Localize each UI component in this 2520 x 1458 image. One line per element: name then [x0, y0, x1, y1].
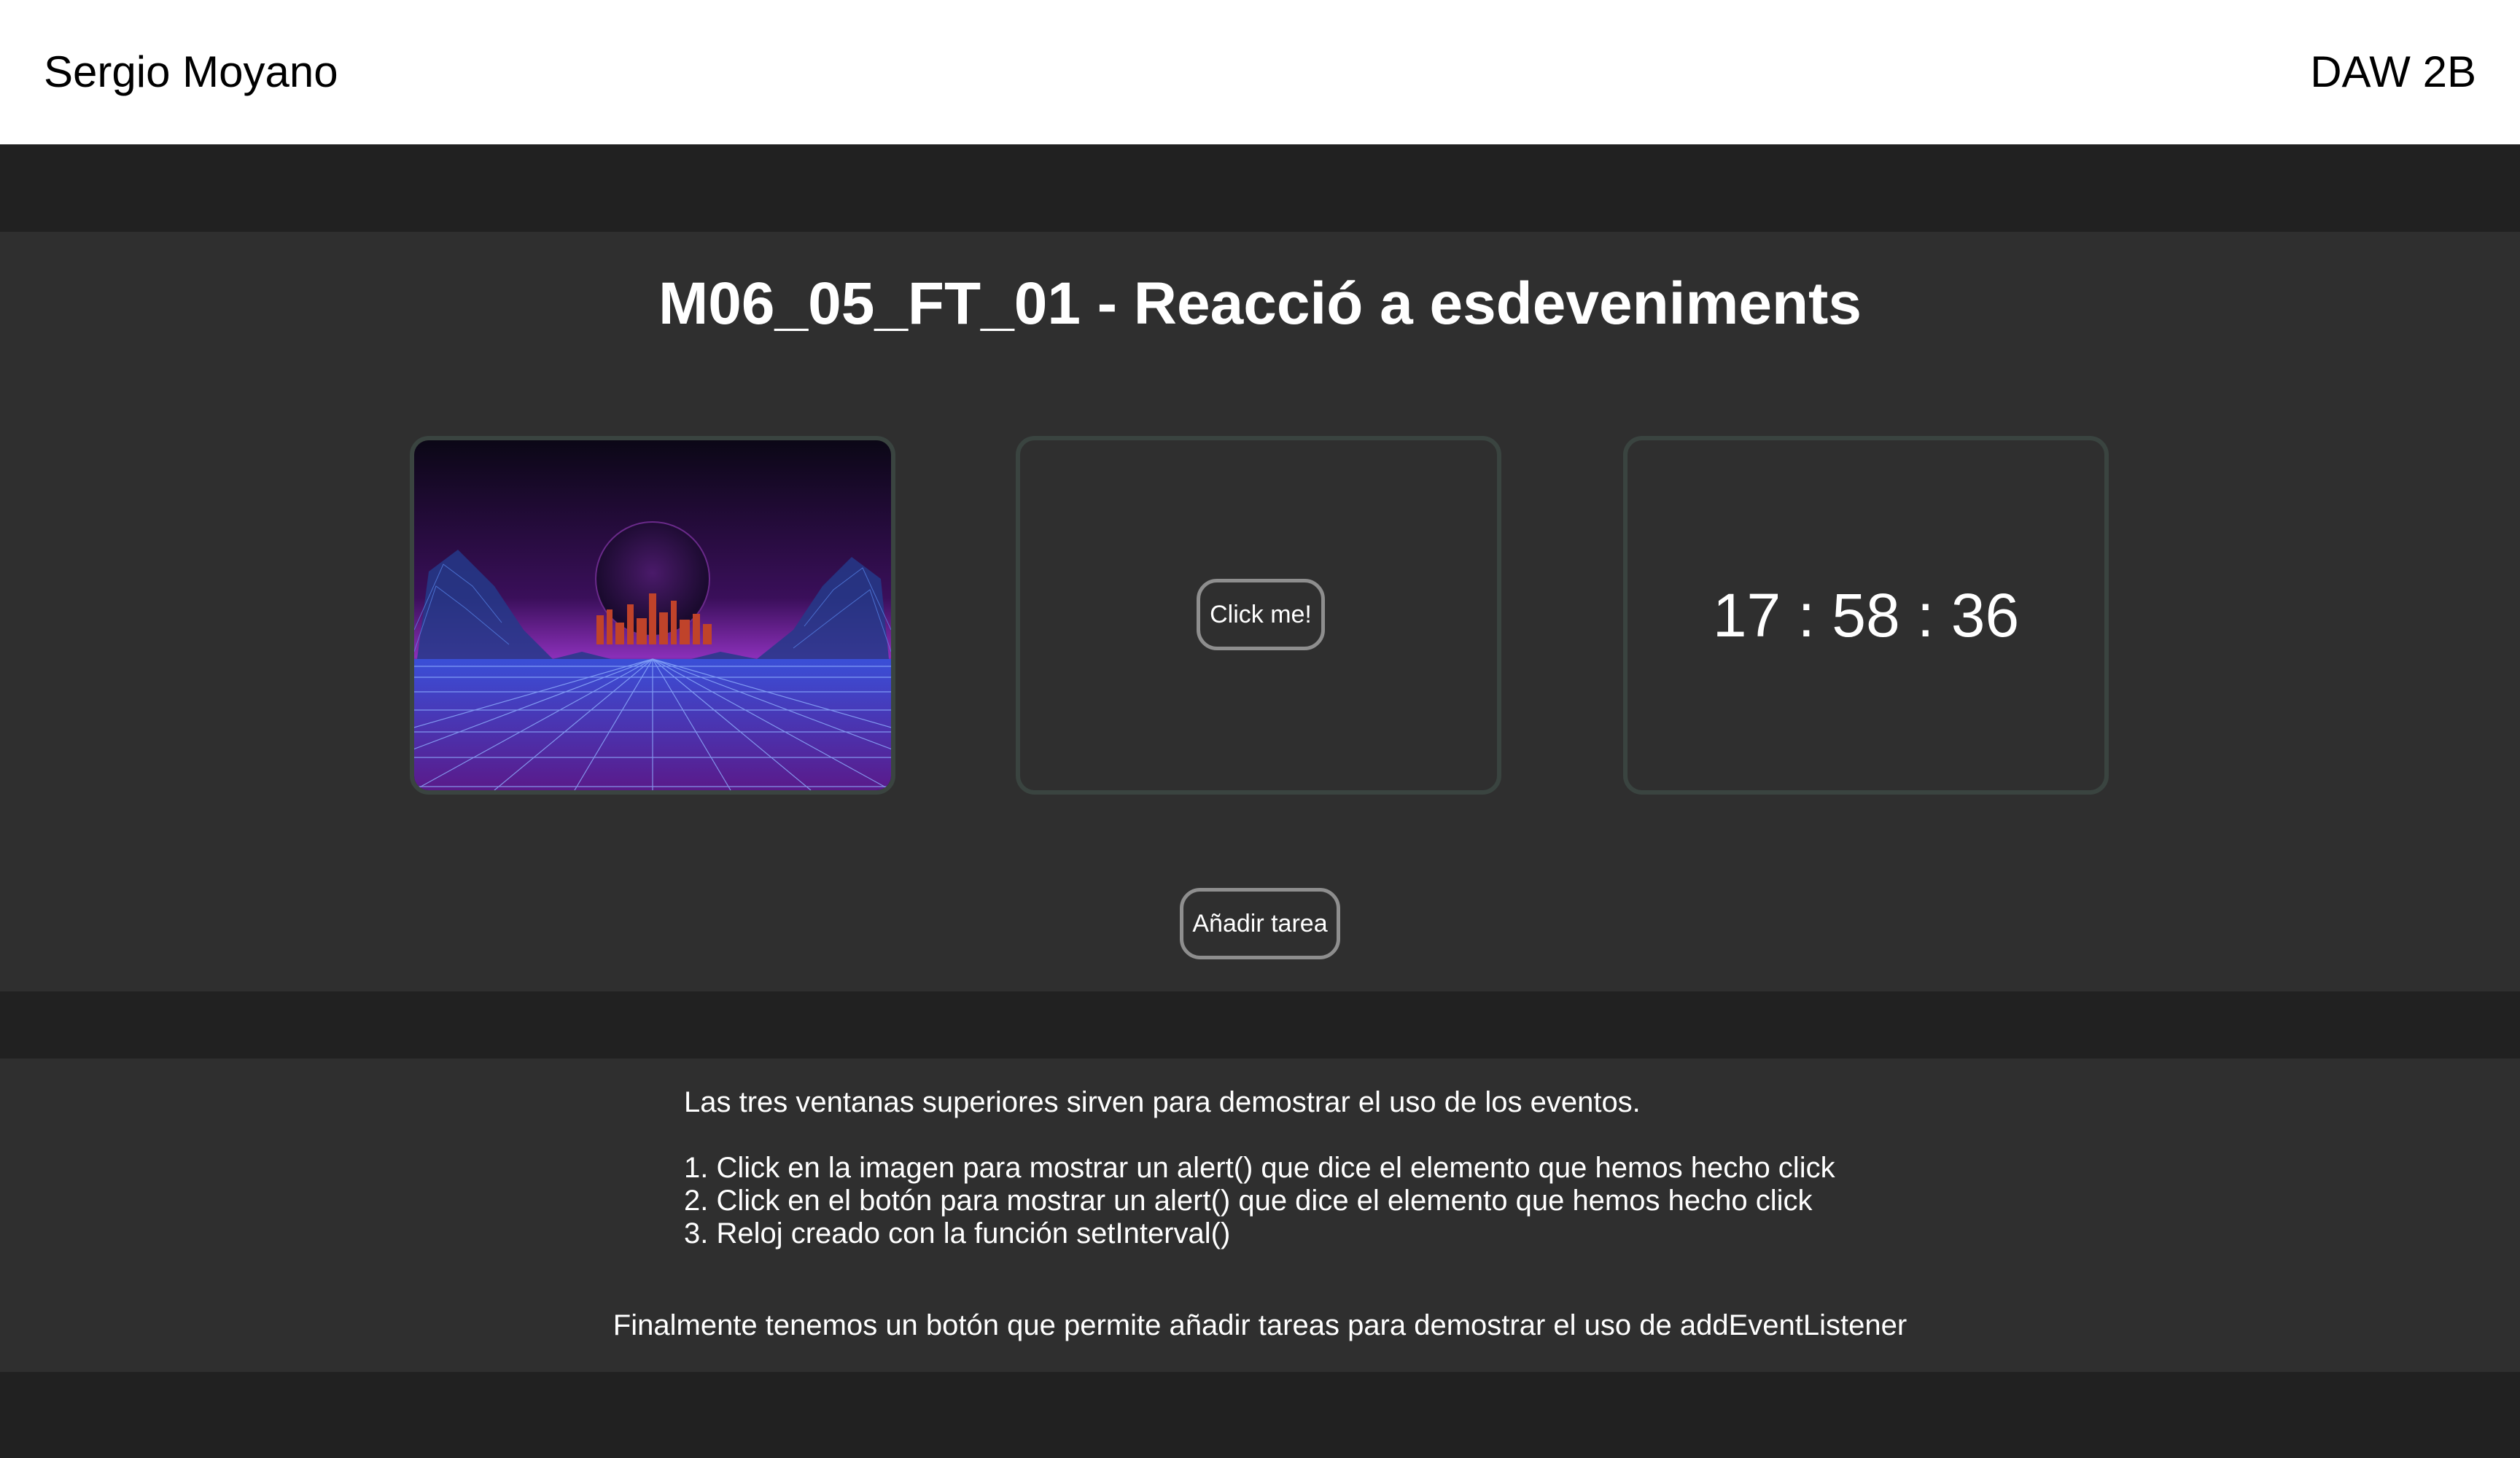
add-task-button[interactable]: Añadir tarea [1180, 888, 1340, 959]
page-header: Sergio Moyano DAW 2B [0, 0, 2520, 144]
class-group: DAW 2B [2310, 47, 2476, 96]
list-item: 3. Reloj creado con la función setInterv… [684, 1217, 1231, 1250]
info-final: Finalmente tenemos un botón que permite … [612, 1309, 1908, 1341]
page-title: M06_05_FT_01 - Reacció a esdeveniments [658, 270, 1862, 337]
button-box: Click me! [1016, 436, 1501, 795]
author-name: Sergio Moyano [44, 47, 338, 96]
list-item: 2. Click en el botón para mostrar un ale… [684, 1185, 1813, 1217]
clock-display: 17 : 58 : 36 [1712, 580, 2020, 650]
info-intro: Las tres ventanas superiores sirven para… [684, 1086, 1641, 1118]
list-item: 1. Click en la imagen para mostrar un al… [684, 1152, 1835, 1184]
synthwave-landscape-image[interactable] [414, 440, 891, 790]
image-box[interactable] [410, 436, 895, 795]
info-panel: Las tres ventanas superiores sirven para… [0, 1059, 2520, 1372]
clock-box: 17 : 58 : 36 [1623, 436, 2109, 795]
main-panel: M06_05_FT_01 - Reacció a esdeveniments C… [0, 232, 2520, 991]
click-me-button[interactable]: Click me! [1197, 579, 1325, 650]
info-list: 1. Click en la imagen para mostrar un al… [684, 1152, 1835, 1250]
